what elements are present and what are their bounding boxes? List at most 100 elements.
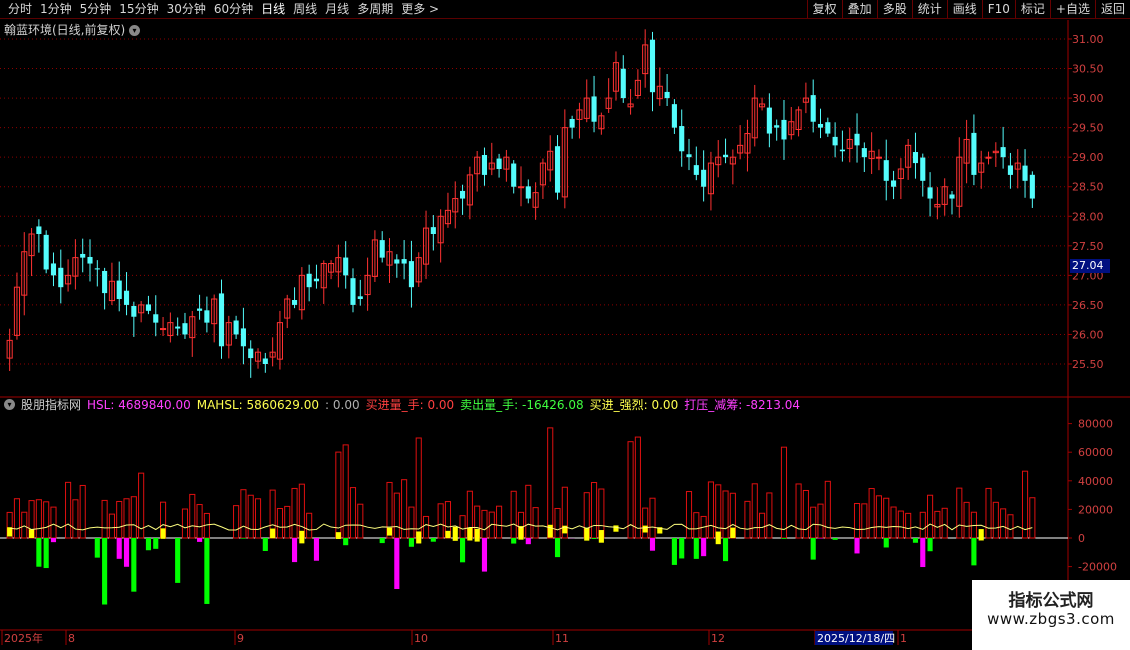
strong-buy-bar [270, 528, 276, 539]
strong-buy-bar [730, 527, 736, 539]
indicator-sell: 卖出量_手: -16426.08 [460, 398, 584, 412]
indicator-hsl: HSL: 4689840.00 [87, 398, 191, 412]
sell-bar [671, 538, 677, 565]
add-watchlist-button[interactable]: +自选 [1049, 0, 1095, 18]
volume-bar [722, 490, 729, 539]
f10-button[interactable]: F10 [981, 0, 1015, 18]
tab-period-0[interactable]: 分时 [4, 2, 36, 17]
volume-bar [496, 505, 503, 539]
strong-buy-bar [416, 531, 422, 544]
volume-bar [890, 506, 897, 539]
volume-bar [1029, 497, 1036, 539]
tab-period-3[interactable]: 15分钟 [115, 2, 162, 17]
candle-body [262, 358, 268, 364]
back-button[interactable]: 返回 [1094, 0, 1130, 18]
candle-body [517, 186, 525, 189]
draw-line-button[interactable]: 画线 [946, 0, 982, 18]
sell-bar [262, 538, 268, 551]
volume-bar [342, 444, 349, 539]
candle-body [781, 119, 787, 140]
chevron-down-icon[interactable]: ▾ [4, 399, 15, 410]
candle-body [394, 259, 400, 264]
sell-bar [971, 538, 977, 566]
strong-buy-bar [613, 525, 619, 532]
tab-period-5[interactable]: 60分钟 [210, 2, 257, 17]
chart-area[interactable]: 31.00 30.50 30.00 29.50 29.00 28.50 28.00 27.50… [0, 20, 1130, 650]
candle-body [701, 169, 707, 187]
candle-body [218, 293, 225, 347]
sell-bar [291, 538, 298, 563]
mark-button[interactable]: 标记 [1014, 0, 1050, 18]
candle-body [591, 96, 597, 122]
overlay-button[interactable]: 叠加 [841, 0, 877, 18]
volume-bar [992, 501, 999, 539]
watermark-title: 指标公式网 [1008, 591, 1094, 611]
date-label: 2025/12/18/四 [817, 632, 895, 645]
volume-bar [883, 497, 890, 539]
chart-canvas[interactable]: 31.00 30.50 30.00 29.50 29.00 28.50 28.00 27.50… [0, 20, 1130, 650]
candle-body [825, 122, 831, 134]
current-price-tag: 27.04 [1070, 259, 1110, 273]
candle-body [175, 326, 181, 329]
restore-rights-button[interactable]: 复权 [806, 0, 842, 18]
volume-bar [291, 487, 298, 539]
volume-bar [634, 436, 641, 539]
tab-period-weekly[interactable]: 周线 [289, 2, 321, 17]
statistics-button[interactable]: 统计 [911, 0, 947, 18]
candle-body [511, 163, 517, 187]
volume-bar [875, 495, 883, 539]
volume-bar [21, 511, 28, 539]
price-tick-label: 29.00 [1072, 151, 1104, 164]
volume-tick-label: -20000 [1078, 561, 1117, 574]
candle-body [722, 154, 729, 158]
candle-body [679, 126, 685, 152]
price-tick-label: 30.50 [1072, 63, 1104, 76]
indicator-blank: : 0.00 [325, 398, 360, 412]
sell-bar [722, 538, 729, 562]
tab-period-monthly[interactable]: 月线 [321, 2, 353, 17]
sell-bar [854, 538, 860, 554]
volume-tick-label: 80000 [1078, 418, 1113, 431]
chevron-down-icon[interactable]: ▾ [129, 25, 141, 36]
sell-bar [153, 538, 159, 549]
strong-buy-bar [474, 528, 480, 542]
sell-bar [175, 538, 181, 583]
volume-tick-label: 0 [1078, 532, 1085, 545]
sell-bar [693, 538, 699, 559]
sell-bar [810, 538, 816, 560]
tab-more[interactable]: 更多 > [397, 2, 443, 17]
candle-body [832, 136, 838, 146]
volume-bar [780, 446, 788, 539]
date-label: 9 [237, 632, 244, 645]
volume-bar [1007, 514, 1014, 539]
tab-period-2[interactable]: 5分钟 [76, 2, 116, 17]
candle-body [525, 186, 531, 199]
candle-body [123, 290, 130, 305]
tab-period-daily[interactable]: 日线 [257, 2, 289, 17]
sell-bar [408, 538, 414, 547]
multi-stock-button[interactable]: 多股 [876, 0, 912, 18]
volume-bar [802, 489, 809, 539]
candle-body [1022, 165, 1028, 181]
strong-buy-bar [547, 524, 553, 538]
price-tick-label: 27.50 [1072, 240, 1104, 253]
tab-period-4[interactable]: 30分钟 [163, 2, 210, 17]
candle-body [839, 149, 845, 152]
sell-bar [197, 538, 203, 542]
candle-body [949, 194, 955, 199]
volume-tick-label: 40000 [1078, 475, 1113, 488]
sell-bar [313, 538, 320, 561]
volume-bar [72, 499, 79, 539]
candle-body [145, 304, 152, 311]
date-label: 8 [68, 632, 75, 645]
sell-bar [36, 538, 42, 567]
volume-bar [941, 507, 948, 539]
volume-bar [868, 488, 875, 539]
volume-bar [276, 508, 283, 539]
indicator-mahsl: MAHSL: 5860629.00 [196, 398, 320, 412]
tab-period-1[interactable]: 1分钟 [36, 2, 76, 17]
tab-period-multi[interactable]: 多周期 [353, 2, 397, 17]
volume-bar [759, 512, 766, 539]
sell-bar [554, 538, 561, 558]
volume-bar [861, 503, 868, 539]
